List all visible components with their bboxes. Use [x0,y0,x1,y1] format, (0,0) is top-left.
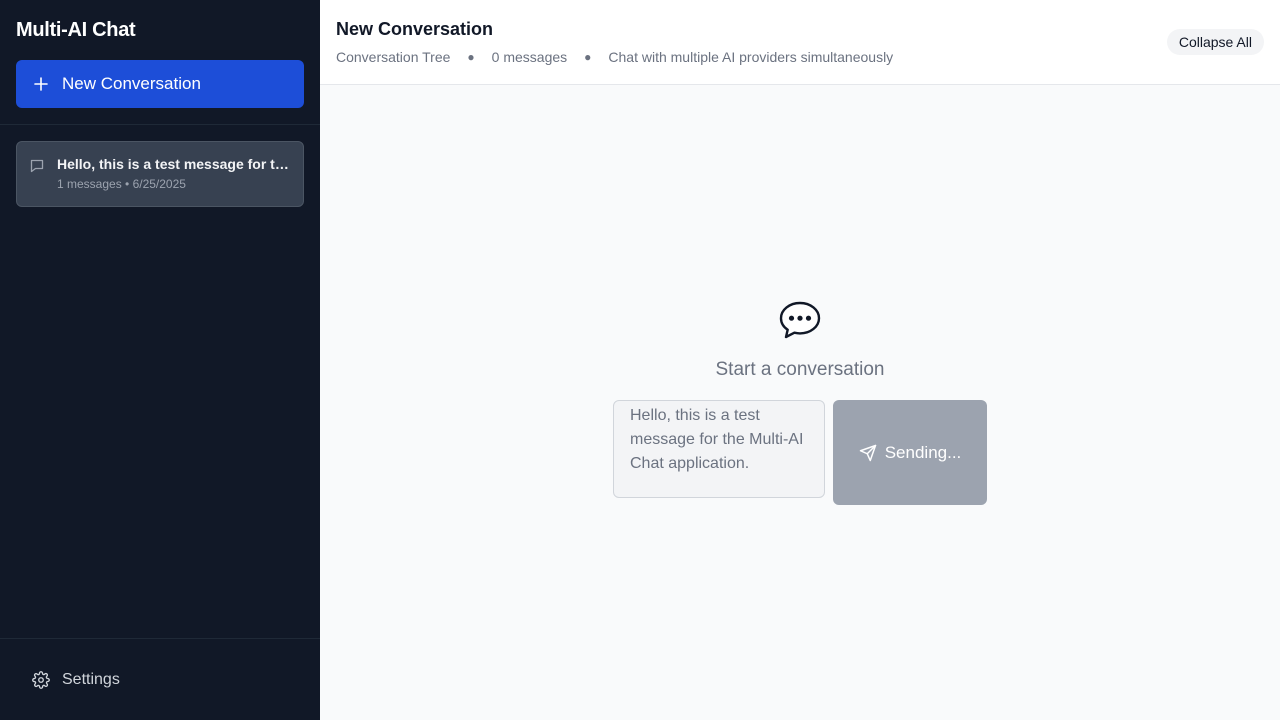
send-label: Sending... [884,442,962,462]
new-conversation-label: New Conversation [62,74,201,93]
top-bar: New Conversation Conversation Tree ● 0 m… [320,0,1280,85]
gear-icon [32,670,50,689]
app-root: Multi-AI Chat New Conversation Hello, th… [0,0,1280,720]
send-button[interactable]: Sending... [833,400,987,505]
plus-icon [32,75,50,93]
main-panel: New Conversation Conversation Tree ● 0 m… [320,0,1280,720]
settings-button[interactable]: Settings [32,671,120,689]
separator-dot: ● [584,50,592,64]
message-input[interactable]: Hello, this is a test message for the Mu… [613,400,825,498]
chat-icon [29,158,45,174]
empty-state-text: Start a conversation [715,359,885,380]
new-conversation-button[interactable]: New Conversation [16,60,304,108]
collapse-all-button[interactable]: Collapse All [1166,29,1264,55]
speech-bubble-icon [779,301,821,339]
conversation-meta: 1 messages • 6/25/2025 [57,177,186,191]
message-count: 0 messages [491,49,568,65]
conversation-item[interactable]: Hello, this is a test message for the Mu… [16,141,304,207]
header-description: Chat with multiple AI providers simultan… [608,49,894,65]
view-label: Conversation Tree [336,49,451,65]
sidebar-header: Multi-AI Chat New Conversation [0,0,320,125]
header-subline: Conversation Tree ● 0 messages ● Chat wi… [336,48,1264,66]
app-title: Multi-AI Chat [16,19,136,41]
send-icon [859,444,877,462]
conversation-title: Hello, this is a test message for the Mu… [57,156,291,172]
settings-label: Settings [62,670,120,688]
empty-state: Start a conversation [320,300,1280,382]
conversation-list: Hello, this is a test message for the Mu… [0,125,320,223]
sidebar-footer: Settings [0,638,320,720]
page-title: New Conversation [336,19,494,39]
message-composer: Hello, this is a test message for the Mu… [613,400,987,505]
separator-dot: ● [467,50,475,64]
sidebar: Multi-AI Chat New Conversation Hello, th… [0,0,320,720]
